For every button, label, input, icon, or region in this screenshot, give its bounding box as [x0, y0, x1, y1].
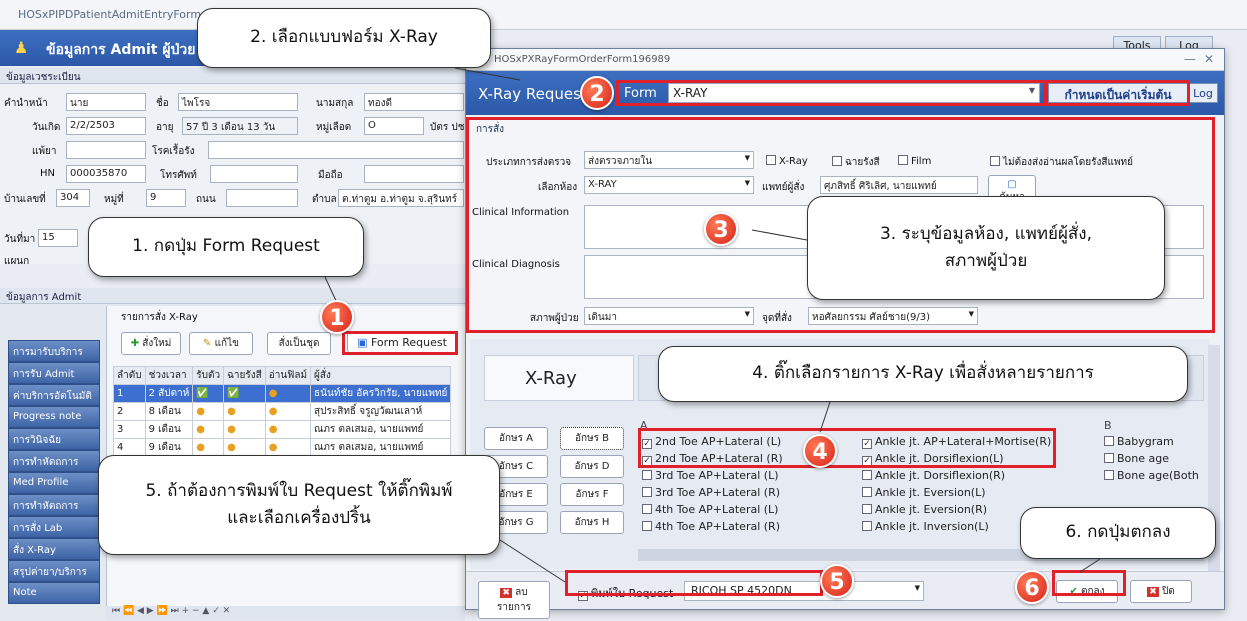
step-badge-4: 4	[803, 434, 837, 468]
step-badge-2: 2	[580, 76, 614, 110]
callout-connectors	[324, 67, 1101, 583]
connector-4	[819, 401, 831, 433]
connector-5	[499, 539, 566, 583]
step-badge-6: 6	[1015, 570, 1049, 604]
connector-3	[751, 229, 808, 241]
connector-2	[454, 67, 521, 81]
step-badge-3: 3	[704, 212, 738, 246]
step-badge-1: 1	[320, 300, 354, 334]
connector-6	[1079, 558, 1101, 573]
step-badge-5: 5	[820, 564, 854, 598]
